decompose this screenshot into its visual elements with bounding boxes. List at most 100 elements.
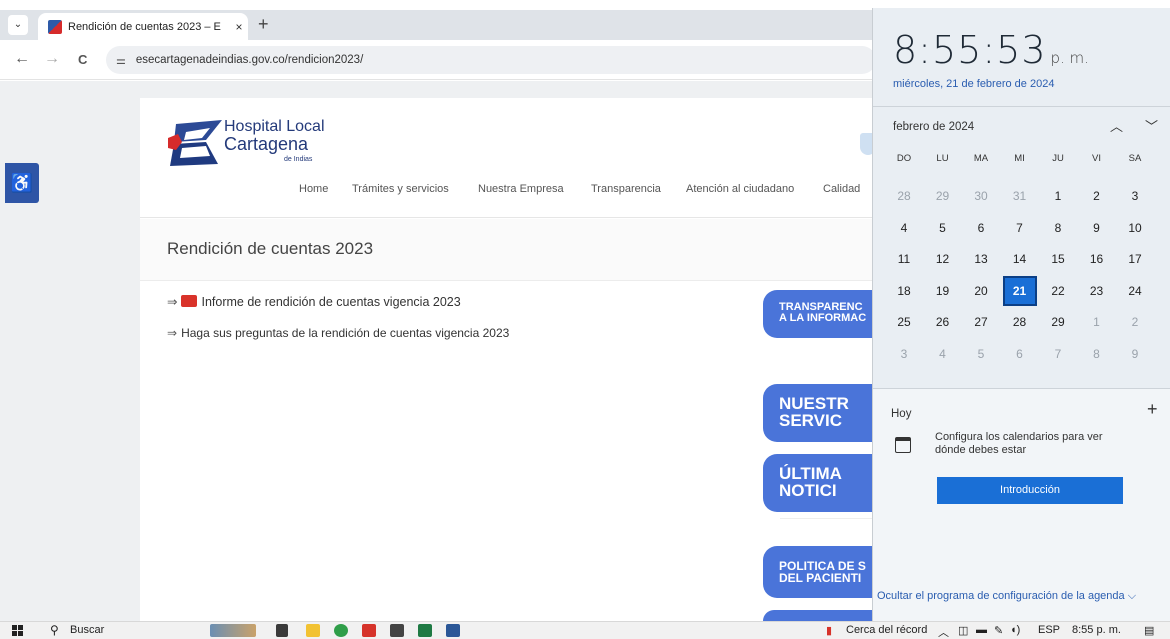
app-dark-icon[interactable] — [390, 624, 404, 637]
back-button[interactable]: ← — [14, 50, 30, 68]
calendar-day[interactable]: 14 — [1003, 244, 1037, 274]
weekday-label: MI — [1014, 153, 1025, 164]
tab-close-button[interactable]: × — [230, 20, 248, 34]
network-icon[interactable]: ▬ — [976, 624, 987, 636]
agenda-today-label: Hoy — [891, 408, 912, 420]
new-tab-button[interactable]: + — [258, 14, 269, 35]
calendar-day[interactable]: 15 — [1041, 244, 1075, 274]
menu-item-empresa[interactable]: Nuestra Empresa — [478, 183, 564, 195]
hide-agenda-link[interactable]: Ocultar el programa de configuración de … — [877, 590, 1136, 603]
tray-overflow-chevron-up-icon[interactable]: ︿ — [938, 624, 949, 639]
calendar-day[interactable]: 25 — [887, 307, 921, 337]
calendar-day[interactable]: 2 — [1118, 307, 1152, 337]
file-explorer-icon[interactable] — [306, 624, 320, 637]
language-indicator[interactable]: ESP — [1038, 624, 1060, 636]
calendar-day[interactable]: 5 — [926, 213, 960, 243]
windows-start-icon[interactable] — [12, 625, 23, 636]
calendar-day-today[interactable]: 21 — [1002, 275, 1037, 306]
agenda-panel: Hoy + Configura los calendarios para ver… — [873, 389, 1170, 621]
calendar-day[interactable]: 26 — [926, 307, 960, 337]
calendar-day[interactable]: 24 — [1118, 276, 1152, 306]
logo-text-line2: Cartagena — [224, 134, 309, 154]
calendar-day[interactable]: 17 — [1118, 244, 1152, 274]
news-widget-icon[interactable] — [210, 624, 256, 637]
calendar-day[interactable]: 6 — [1003, 339, 1037, 369]
search-icon[interactable]: ⚲ — [50, 623, 59, 637]
calendar-day[interactable]: 22 — [1041, 276, 1075, 306]
volume-icon[interactable]: ◖) — [1010, 624, 1020, 636]
menu-item-transparencia[interactable]: Transparencia — [591, 183, 661, 195]
calendar-day[interactable]: 9 — [1080, 213, 1114, 243]
pen-icon[interactable]: ✎ — [994, 624, 1003, 637]
tray-app-icon[interactable]: ◫ — [958, 624, 968, 637]
weekday-label: JU — [1052, 153, 1064, 164]
calendar-day[interactable]: 12 — [926, 244, 960, 274]
add-event-plus-icon[interactable]: + — [1147, 399, 1158, 420]
calendar-day[interactable]: 9 — [1118, 339, 1152, 369]
pdf-icon — [181, 295, 198, 307]
page-title: Rendición de cuentas 2023 — [167, 239, 374, 258]
tab-search-button[interactable]: ⌄ — [8, 15, 28, 35]
calendar-day[interactable]: 8 — [1080, 339, 1114, 369]
menu-item-calidad[interactable]: Calidad — [823, 183, 860, 195]
calendar-day[interactable]: 6 — [964, 213, 998, 243]
calendar-day[interactable]: 1 — [1041, 181, 1075, 211]
calendar-day[interactable]: 3 — [1118, 181, 1152, 211]
calendar-day[interactable]: 28 — [887, 181, 921, 211]
reload-button[interactable]: C — [78, 52, 87, 67]
long-date-link[interactable]: miércoles, 21 de febrero de 2024 — [893, 78, 1054, 90]
arrow-icon: ⇒ — [167, 295, 178, 309]
calendar-day[interactable]: 29 — [1041, 307, 1075, 337]
calendar-day[interactable]: 4 — [926, 339, 960, 369]
menu-item-home[interactable]: Home — [299, 183, 328, 195]
chrome-icon[interactable] — [334, 624, 348, 637]
next-month-chevron-down-icon[interactable]: ﹀ — [1145, 116, 1158, 135]
calendar-day[interactable]: 27 — [964, 307, 998, 337]
month-label[interactable]: febrero de 2024 — [893, 121, 974, 133]
calendar-day[interactable]: 1 — [1080, 307, 1114, 337]
excel-icon[interactable] — [418, 624, 432, 637]
weather-text[interactable]: Cerca del récord — [846, 624, 927, 636]
calendar-day[interactable]: 7 — [1003, 213, 1037, 243]
calendar-day[interactable]: 18 — [887, 276, 921, 306]
calendar-day[interactable]: 20 — [964, 276, 998, 306]
weekday-label: MA — [973, 153, 989, 164]
browser-tab[interactable]: Rendición de cuentas 2023 – E × — [38, 13, 248, 40]
calendar-day[interactable]: 5 — [964, 339, 998, 369]
notifications-icon[interactable]: ▤ — [1144, 624, 1154, 637]
word-icon[interactable] — [446, 624, 460, 637]
calendar-day[interactable]: 23 — [1080, 276, 1114, 306]
app-red-icon[interactable] — [362, 624, 376, 637]
calendar-day[interactable]: 29 — [926, 181, 960, 211]
accessibility-icon[interactable]: ♿ — [5, 163, 39, 203]
calendar-day[interactable]: 7 — [1041, 339, 1075, 369]
calendar-day[interactable]: 2 — [1080, 181, 1114, 211]
calendar-day[interactable]: 19 — [926, 276, 960, 306]
report-link[interactable]: ⇒ Informe de rendición de cuentas vigenci… — [167, 294, 461, 309]
task-view-icon[interactable] — [276, 624, 288, 637]
questions-link[interactable]: ⇒ Haga sus preguntas de la rendición de c… — [167, 326, 509, 340]
forward-button[interactable]: → — [44, 50, 60, 68]
weather-icon[interactable]: ▮ — [826, 624, 832, 637]
taskbar-search-input[interactable]: Buscar — [70, 624, 104, 636]
site-info-icon[interactable]: ⚌ — [116, 54, 126, 67]
calendar-day[interactable]: 31 — [1003, 181, 1037, 211]
page-title-bar: Rendición de cuentas 2023 — [140, 219, 880, 281]
calendar-day[interactable]: 3 — [887, 339, 921, 369]
calendar-day[interactable]: 16 — [1080, 244, 1114, 274]
clock-ampm: p. m. — [1050, 49, 1089, 67]
calendar-day[interactable]: 11 — [887, 244, 921, 274]
menu-item-tramites[interactable]: Trámites y servicios — [352, 183, 449, 195]
calendar-day[interactable]: 10 — [1118, 213, 1152, 243]
previous-month-chevron-up-icon[interactable]: ︿ — [1110, 116, 1123, 135]
hospital-logo[interactable]: Hospital Local Cartagena de Indias — [166, 118, 336, 173]
taskbar-clock[interactable]: 8:55 p. m. — [1072, 624, 1121, 636]
calendar-day[interactable]: 4 — [887, 213, 921, 243]
calendar-day[interactable]: 28 — [1003, 307, 1037, 337]
intro-button[interactable]: Introducción — [937, 477, 1123, 504]
address-bar[interactable]: ⚌ esecartagenadeindias.gov.co/rendicion2… — [106, 46, 876, 74]
calendar-day[interactable]: 13 — [964, 244, 998, 274]
menu-item-atencion[interactable]: Atención al ciudadano — [686, 183, 794, 195]
calendar-day[interactable]: 8 — [1041, 213, 1075, 243]
calendar-day[interactable]: 30 — [964, 181, 998, 211]
